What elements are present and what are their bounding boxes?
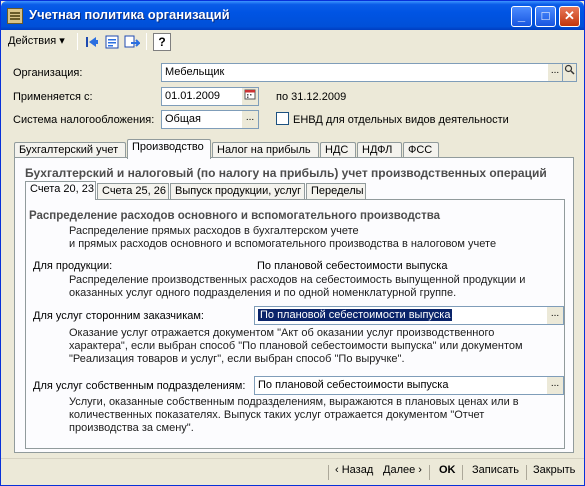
- desc-line: Распределение производственных расходов …: [69, 274, 526, 286]
- panel-title: Бухгалтерский и налоговый (по налогу на …: [25, 166, 547, 180]
- subtab-redistribution[interactable]: Переделы: [306, 183, 366, 199]
- back-to-start-icon[interactable]: [83, 33, 101, 51]
- own-services-select-button[interactable]: ...: [547, 376, 564, 395]
- toolbar-separator: [146, 33, 147, 50]
- subtab-accounts-25-26[interactable]: Счета 25, 26: [97, 183, 169, 199]
- help-icon[interactable]: ?: [153, 33, 171, 51]
- accounts-20-23-panel: Распределение расходов основного и вспом…: [25, 199, 565, 449]
- envd-checkbox[interactable]: [276, 112, 289, 125]
- footer-separator: [328, 465, 329, 480]
- external-services-select[interactable]: По плановой себестоимости выпуска: [254, 306, 548, 325]
- desc-line: количественных показателях. Выпуск таких…: [69, 409, 485, 421]
- footer-separator: [526, 465, 527, 480]
- production-panel: Бухгалтерский и налоговый (по налогу на …: [14, 157, 574, 453]
- external-services-label: Для услуг сторонним заказчикам:: [33, 310, 204, 322]
- document-icon: [7, 8, 23, 24]
- desc-products: Распределение производственных расходов …: [69, 274, 525, 300]
- tab-vat[interactable]: НДС: [320, 142, 356, 158]
- minimize-button[interactable]: _: [511, 6, 532, 27]
- organization-label: Организация:: [13, 67, 83, 79]
- applies-from-label: Применяется с:: [13, 91, 93, 103]
- external-services-value: По плановой себестоимости выпуска: [258, 309, 453, 321]
- window-title: Учетная политика организаций: [29, 7, 230, 22]
- close-window-button[interactable]: ✕: [559, 6, 580, 27]
- desc-line: "Реализация товаров и услуг", если выбра…: [69, 353, 405, 365]
- policy-window: Учетная политика организаций _ □ ✕ Дейст…: [0, 0, 585, 486]
- next-button[interactable]: Далее ›: [383, 464, 422, 476]
- tax-system-select-button[interactable]: ...: [242, 110, 259, 129]
- desc-line: Услуги, оказанные собственным подразделе…: [69, 396, 519, 408]
- sub-tabs: Счета 20, 23 Счета 25, 26 Выпуск продукц…: [25, 181, 565, 200]
- own-services-label: Для услуг собственным подразделениям:: [33, 380, 246, 392]
- own-services-select[interactable]: По плановой себестоимости выпуска: [254, 376, 548, 395]
- tax-system-field[interactable]: Общая: [161, 110, 243, 129]
- tab-fss[interactable]: ФСС: [403, 142, 439, 158]
- organization-open-icon[interactable]: [562, 63, 577, 82]
- envd-label: ЕНВД для отдельных видов деятельности: [293, 114, 509, 126]
- desc-line: оказанных услуг одного подразделения и п…: [69, 287, 457, 299]
- desc-line: производства за смену".: [69, 422, 194, 434]
- structure-icon[interactable]: [103, 33, 121, 51]
- maximize-button[interactable]: □: [535, 6, 556, 27]
- footer-bar: ‹ Назад Далее › OK Записать Закрыть: [1, 458, 584, 485]
- desc-line: Распределение прямых расходов в бухгалте…: [69, 225, 359, 237]
- footer-separator: [429, 465, 430, 480]
- date-field[interactable]: 01.01.2009: [161, 87, 243, 106]
- desc-own: Услуги, оказанные собственным подразделе…: [69, 396, 519, 435]
- date-to-text: по 31.12.2009: [276, 91, 347, 103]
- tab-ndfl[interactable]: НДФЛ: [357, 142, 402, 158]
- tab-accounting[interactable]: Бухгалтерский учет: [14, 142, 126, 158]
- save-button[interactable]: Записать: [472, 464, 519, 476]
- toolbar: Действия ▾ ?: [4, 31, 582, 53]
- ok-button[interactable]: OK: [439, 464, 456, 476]
- section-title: Распределение расходов основного и вспом…: [29, 210, 441, 222]
- title-bar[interactable]: Учетная политика организаций _ □ ✕: [1, 1, 584, 30]
- tab-profit-tax[interactable]: Налог на прибыль: [212, 142, 319, 158]
- tab-production[interactable]: Производство: [127, 139, 211, 159]
- subtab-accounts-20-23[interactable]: Счета 20, 23: [25, 181, 96, 200]
- footer-separator: [462, 465, 463, 480]
- toolbar-separator: [77, 33, 78, 50]
- go-to-icon[interactable]: [123, 33, 142, 51]
- products-label: Для продукции:: [33, 260, 113, 272]
- desc-line: Оказание услуг отражается документом "Ак…: [69, 327, 495, 339]
- desc-direct-costs: Распределение прямых расходов в бухгалте…: [69, 225, 496, 251]
- products-value[interactable]: По плановой себестоимости выпуска: [257, 260, 447, 272]
- organization-field[interactable]: Мебельщик: [161, 63, 549, 82]
- calendar-icon[interactable]: [242, 87, 259, 106]
- external-services-select-button[interactable]: ...: [547, 306, 564, 325]
- desc-line: и прямых расходов основного и вспомогате…: [69, 238, 497, 250]
- desc-line: характера", если выбран способ "По плано…: [69, 340, 523, 352]
- actions-menu[interactable]: Действия ▾: [8, 34, 65, 47]
- desc-external: Оказание услуг отражается документом "Ак…: [69, 327, 523, 366]
- subtab-output[interactable]: Выпуск продукции, услуг: [170, 183, 305, 199]
- tax-system-label: Система налогообложения:: [13, 114, 155, 126]
- organization-select-button[interactable]: ...: [548, 63, 563, 82]
- back-button[interactable]: ‹ Назад: [335, 464, 373, 476]
- close-button[interactable]: Закрыть: [533, 464, 575, 476]
